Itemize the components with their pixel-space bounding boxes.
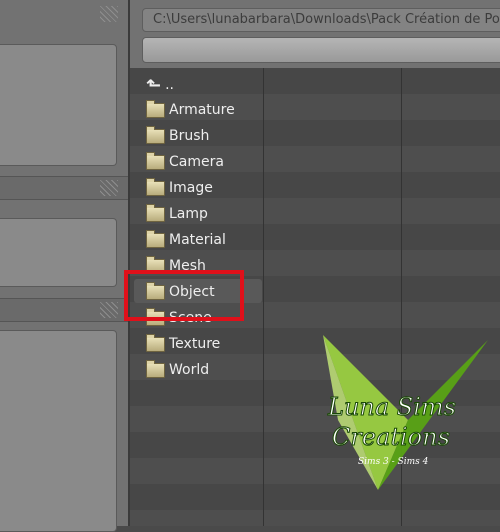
panel-header[interactable] bbox=[0, 298, 128, 322]
folder-icon bbox=[146, 333, 165, 352]
folder-item-armature[interactable]: Armature bbox=[146, 97, 235, 123]
file-browser-header: C:\Users\lunabarbara\Downloads\Pack Créa… bbox=[130, 0, 500, 68]
panel-grip-icon[interactable] bbox=[100, 302, 118, 318]
folder-item-texture[interactable]: Texture bbox=[146, 331, 220, 357]
left-sidebar bbox=[0, 0, 128, 532]
folder-item-lamp[interactable]: Lamp bbox=[146, 201, 208, 227]
filename-field[interactable] bbox=[142, 37, 500, 63]
folder-item-camera[interactable]: Camera bbox=[146, 149, 224, 175]
folder-item-material[interactable]: Material bbox=[146, 227, 226, 253]
parent-arrow-icon: ⬑ bbox=[146, 74, 162, 96]
panel-box bbox=[0, 44, 117, 166]
folder-icon bbox=[146, 151, 165, 170]
svg-text:Luna Sims: Luna Sims bbox=[327, 393, 456, 421]
folder-item-image[interactable]: Image bbox=[146, 175, 213, 201]
folder-item-world[interactable]: World bbox=[146, 357, 209, 383]
panel-grip-icon[interactable] bbox=[100, 6, 118, 22]
parent-directory[interactable]: ⬑.. bbox=[146, 72, 174, 98]
panel-header[interactable] bbox=[0, 176, 128, 200]
folder-icon bbox=[146, 359, 165, 378]
annotation-highlight-box bbox=[124, 270, 244, 321]
folder-item-brush[interactable]: Brush bbox=[146, 123, 209, 149]
svg-text:Creations: Creations bbox=[332, 423, 450, 451]
svg-text:Sims 3 - Sims 4: Sims 3 - Sims 4 bbox=[358, 457, 429, 467]
folder-icon bbox=[146, 125, 165, 144]
directory-path-field[interactable]: C:\Users\lunabarbara\Downloads\Pack Créa… bbox=[142, 8, 500, 32]
panel-grip-icon[interactable] bbox=[100, 180, 118, 196]
column-divider bbox=[263, 68, 264, 526]
folder-icon bbox=[146, 99, 165, 118]
folder-icon bbox=[146, 177, 165, 196]
luna-sims-creations-logo: Luna Sims Creations Sims 3 - Sims 4 bbox=[323, 335, 488, 490]
panel-box bbox=[0, 330, 117, 532]
folder-icon bbox=[146, 203, 165, 222]
folder-icon bbox=[146, 229, 165, 248]
panel-box bbox=[0, 218, 117, 287]
